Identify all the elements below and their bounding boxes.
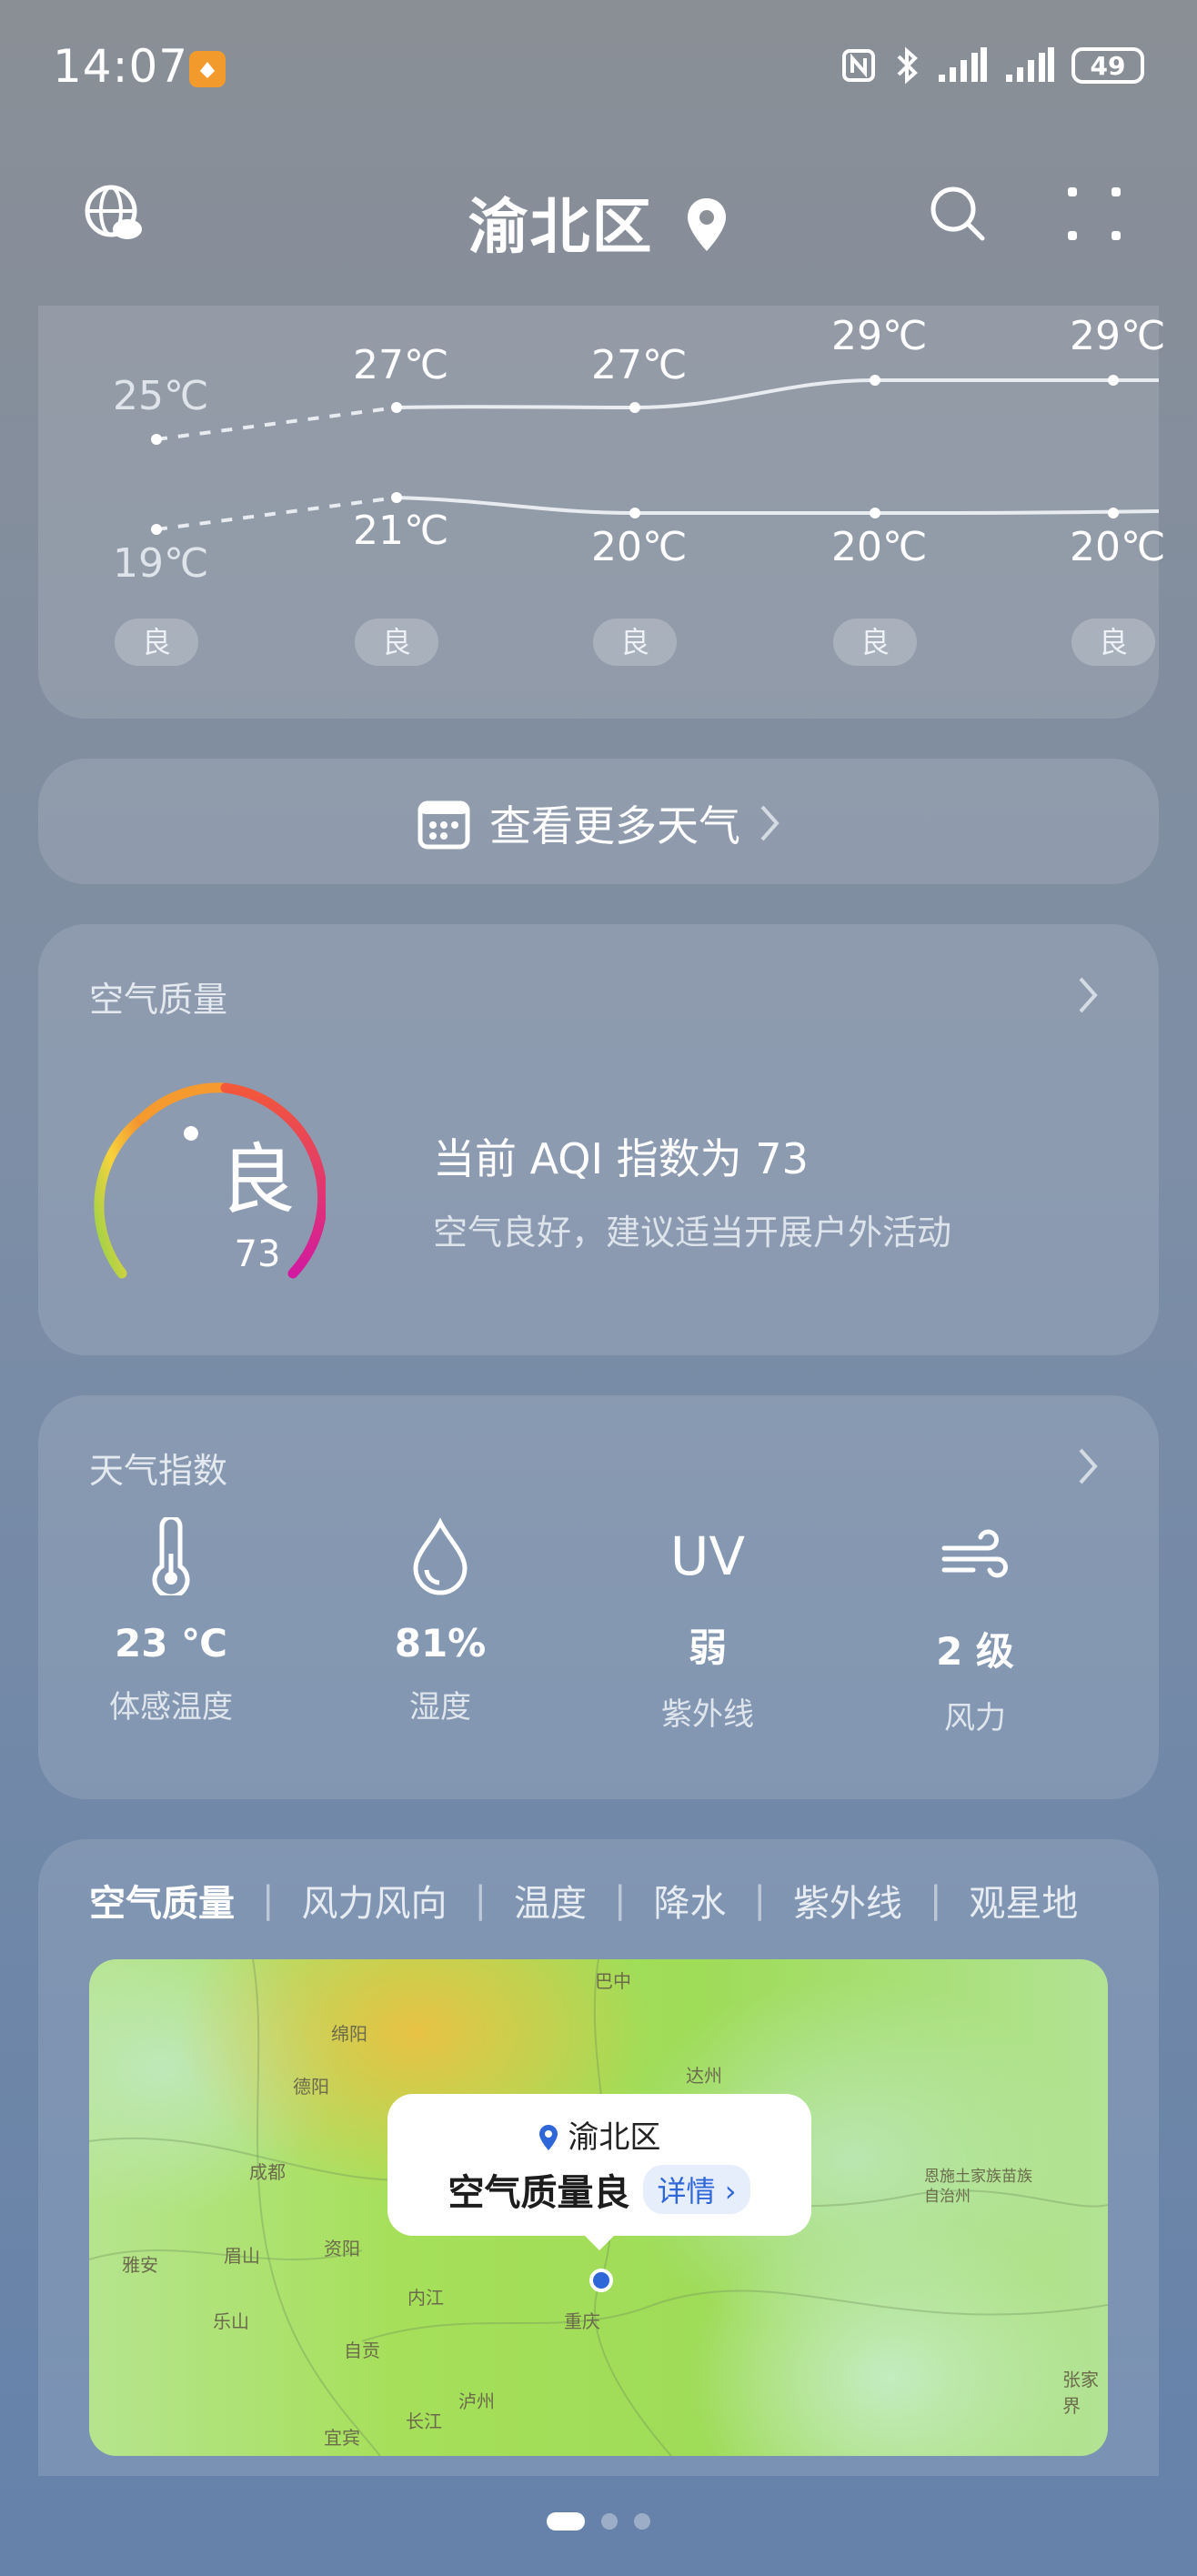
page-dot[interactable]: [634, 2513, 650, 2530]
high-temp-2: 27℃: [591, 342, 688, 388]
search-icon: [930, 186, 985, 241]
map-city-label: 达州: [686, 2065, 722, 2087]
low-temp-3: 20℃: [831, 524, 928, 570]
high-temp-3: 29℃: [831, 313, 928, 359]
index-feels-like[interactable]: 23 ℃ 体感温度: [38, 1514, 304, 1726]
map-city-label: 乐山: [213, 2310, 249, 2332]
map-city-label: 德阳: [293, 2076, 329, 2098]
low-temp-4: 20℃: [1070, 524, 1166, 570]
popup-location: 渝北区: [568, 2119, 661, 2156]
air-quality-card[interactable]: 空气质量 良 73 当前 AQI 指数为 73 空气良好，建议适当开展户外活动: [38, 924, 1159, 1355]
location-title[interactable]: 渝北区: [0, 178, 1197, 266]
map-city-label: 长江: [406, 2410, 442, 2432]
signal-icon-1: [939, 47, 987, 82]
more-options-button[interactable]: [1066, 186, 1122, 246]
humidity-drop-icon: [413, 1517, 468, 1595]
calendar-icon: [417, 800, 470, 850]
more-grid-icon: [1068, 187, 1121, 240]
map-city-label: 自贡: [344, 2340, 380, 2361]
chevron-right-icon: [1079, 1448, 1098, 1484]
uv-icon: UV: [669, 1525, 746, 1587]
map-city-label: 张家界: [1062, 2369, 1099, 2417]
battery-indicator: 49: [1071, 47, 1144, 84]
tab-stargazing[interactable]: 观星地: [969, 1874, 1078, 1927]
location-name: 渝北区: [468, 192, 654, 262]
weather-index-title: 天气指数: [89, 1451, 228, 1491]
air-quality-title: 空气质量: [89, 980, 228, 1020]
popup-aqi-text: 空气质量良: [448, 2172, 630, 2214]
status-time: 14:07: [53, 40, 189, 93]
page-dot[interactable]: [601, 2513, 618, 2530]
tab-precipitation[interactable]: 降水: [653, 1874, 726, 1927]
aqi-pill-3: 良: [833, 619, 917, 666]
bluetooth-icon: [897, 46, 918, 85]
map-location-popup[interactable]: 渝北区 空气质量良 详情 ›: [387, 2094, 811, 2250]
location-pin-icon: [688, 198, 727, 251]
status-icons: 49: [840, 45, 1144, 86]
map-city-label: 内江: [407, 2287, 444, 2309]
index-uv[interactable]: UV 弱 紫外线: [575, 1517, 840, 1734]
low-temp-0: 19℃: [113, 540, 209, 587]
tab-temperature[interactable]: 温度: [514, 1874, 587, 1927]
aqi-advice: 空气良好，建议适当开展户外活动: [433, 1213, 952, 1253]
thermometer-icon: [152, 1514, 190, 1599]
aqi-value: 73: [234, 1233, 281, 1275]
index-humidity[interactable]: 81% 湿度: [307, 1517, 573, 1726]
search-button[interactable]: [926, 182, 990, 249]
feels-like-value: 23 ℃: [115, 1621, 227, 1665]
aqi-headline: 当前 AQI 指数为 73: [433, 1134, 809, 1183]
aqi-pill-2: 良: [593, 619, 677, 666]
map-city-label: 泸州: [458, 2390, 495, 2412]
high-temp-0: 25℃: [113, 373, 209, 419]
map-city-label: 雅安: [122, 2254, 158, 2276]
map-city-label: 成都: [249, 2161, 286, 2183]
aqi-level: 良: [218, 1135, 296, 1224]
forecast-card[interactable]: 25℃ 27℃ 27℃ 29℃ 29℃ 19℃ 21℃ 20℃ 20℃ 20℃ …: [38, 306, 1165, 719]
map-city-label: 资阳: [324, 2238, 360, 2259]
notification-app-icon: [189, 51, 226, 87]
index-wind[interactable]: 2 级 风力: [842, 1517, 1108, 1737]
page-dot-active[interactable]: [547, 2512, 585, 2531]
map-city-label: 绵阳: [331, 2023, 367, 2045]
weather-index-card[interactable]: 天气指数 23 ℃ 体感温度 81% 湿度 UV 弱 紫外线 2 级 风力: [38, 1395, 1159, 1799]
more-weather-label: 查看更多天气: [489, 801, 740, 850]
more-weather-button[interactable]: 查看更多天气: [38, 759, 1159, 884]
feels-like-label: 体感温度: [109, 1689, 233, 1726]
humidity-label: 湿度: [409, 1689, 471, 1726]
aqi-pill-1: 良: [355, 619, 438, 666]
chevron-right-icon: [1079, 977, 1098, 1013]
uv-label: 紫外线: [661, 1696, 754, 1733]
wind-value: 2 级: [936, 1629, 1014, 1674]
current-location-marker: [589, 2269, 613, 2292]
uv-value: 弱: [688, 1625, 727, 1670]
low-temp-1: 21℃: [353, 508, 449, 554]
aqi-pill-0: 良: [115, 619, 198, 666]
wind-label: 风力: [944, 1700, 1006, 1736]
map-tabs: 空气质量 | 风力风向 | 温度 | 降水 | 紫外线 | 观星地: [89, 1874, 1078, 1927]
aqi-pill-4: 良: [1071, 619, 1155, 666]
humidity-value: 81%: [394, 1621, 487, 1665]
location-pin-icon: [538, 2125, 558, 2150]
chevron-right-icon: [760, 805, 780, 841]
wind-icon: [941, 1529, 1008, 1578]
popup-detail-label: 详情: [657, 2174, 716, 2209]
map-city-label: 恩施土家族苗族自治州: [924, 2168, 1032, 2206]
map-city-label: 巴中: [595, 1970, 631, 1992]
tab-wind[interactable]: 风力风向: [301, 1874, 447, 1927]
low-temp-2: 20℃: [591, 524, 688, 570]
tab-air-quality[interactable]: 空气质量: [89, 1874, 235, 1927]
map-city-label: 眉山: [224, 2245, 260, 2267]
signal-icon-2: [1006, 47, 1054, 82]
map-city-label: 宜宾: [324, 2427, 360, 2449]
nfc-icon: [842, 49, 875, 82]
high-temp-1: 27℃: [353, 342, 449, 388]
popup-arrow: [583, 2234, 616, 2250]
tab-uv[interactable]: 紫外线: [793, 1874, 902, 1927]
high-temp-4: 29℃: [1070, 313, 1166, 359]
map-city-label: 重庆: [564, 2310, 600, 2332]
popup-detail-button[interactable]: 详情 ›: [642, 2165, 751, 2214]
page-indicator[interactable]: [0, 2512, 1197, 2531]
